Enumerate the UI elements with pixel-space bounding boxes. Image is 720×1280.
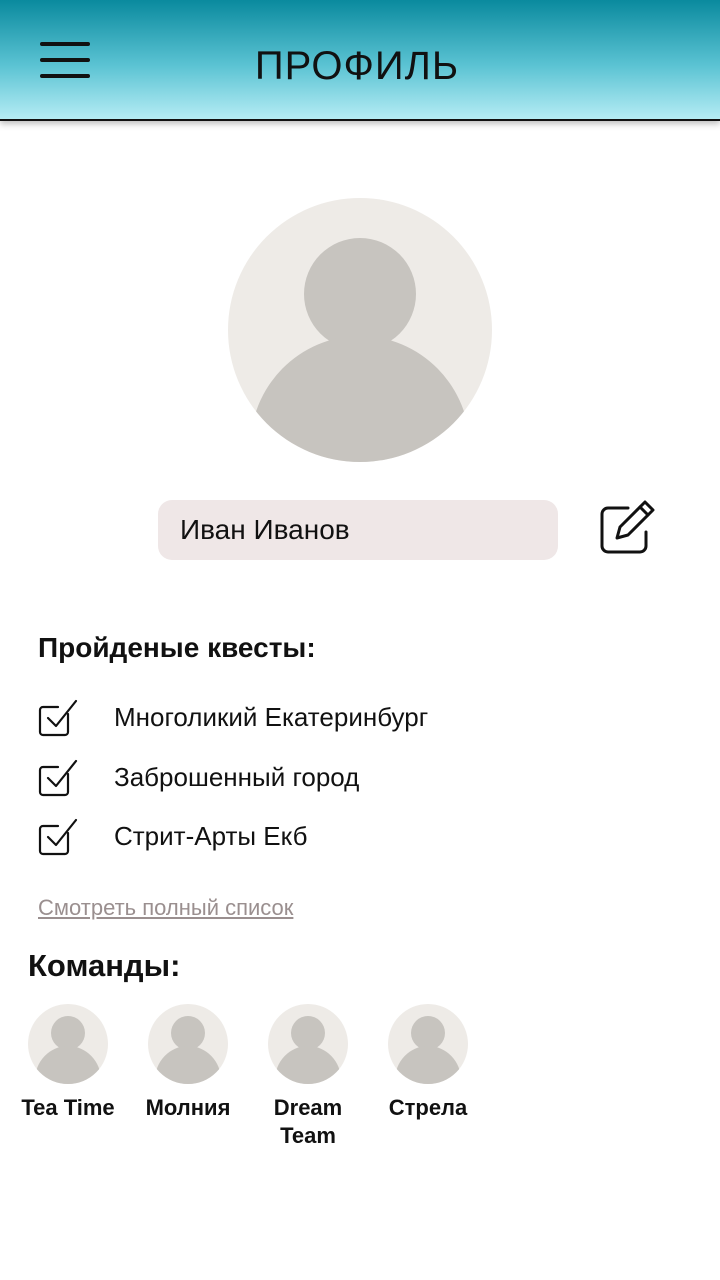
team-name: Tea Time: [21, 1095, 115, 1120]
quest-item: Заброшенный город: [38, 758, 598, 798]
user-name-field[interactable]: Иван Иванов: [158, 500, 558, 560]
page-title: ПРОФИЛЬ: [254, 44, 460, 88]
user-placeholder-icon[interactable]: [228, 198, 492, 462]
checkbox-checked-icon: [38, 758, 78, 798]
app-header: ПРОФИЛЬ: [0, 0, 720, 121]
checkbox-checked-icon: [38, 817, 78, 857]
quest-item: Стрит-Арты Екб: [38, 817, 598, 857]
teams-title: Команды:: [28, 948, 181, 983]
team-name: Стрела: [388, 1095, 468, 1120]
quest-label: Стрит-Арты Екб: [114, 821, 308, 851]
team-avatar-icon[interactable]: [28, 1004, 108, 1084]
team-avatar-icon[interactable]: [268, 1004, 348, 1084]
team-avatar-icon[interactable]: [148, 1004, 228, 1084]
team-avatar-icon[interactable]: [388, 1004, 468, 1084]
edit-pencil-icon[interactable]: [598, 498, 658, 558]
quests-title: Пройденые квесты:: [38, 632, 316, 663]
quest-item: Многоликий Екатеринбург: [38, 698, 598, 738]
checkbox-checked-icon: [38, 698, 78, 738]
team-name: Молния: [145, 1095, 231, 1120]
team-name: Dream Team: [273, 1095, 343, 1148]
quest-label: Заброшенный город: [114, 762, 360, 792]
view-full-list-link[interactable]: Смотреть полный список: [38, 895, 293, 921]
quest-label: Многоликий Екатеринбург: [114, 702, 429, 732]
